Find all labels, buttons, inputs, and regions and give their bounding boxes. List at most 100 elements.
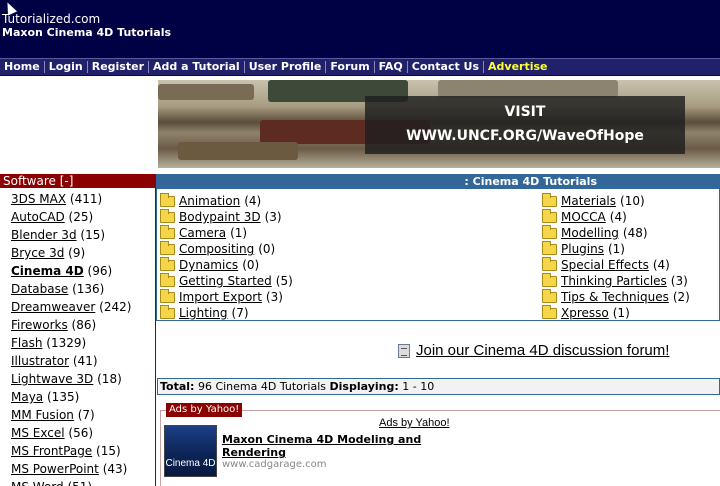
sidebar-count: (136) (72, 282, 105, 296)
category-link[interactable]: Dynamics (179, 257, 238, 273)
category-link[interactable]: Plugins (561, 241, 604, 257)
software-sidebar: Software [-] 3DS MAX (411) AutoCAD (25) Bl… (0, 174, 156, 486)
sidebar-link[interactable]: Lightwave 3D (11, 372, 93, 386)
sidebar-item-cinema-4d: Cinema 4D (96) (11, 262, 155, 280)
banner-line-2: WWW.UNCF.ORG/WaveOfHope (406, 128, 644, 144)
total-label: Total: (160, 380, 195, 393)
nav-forum[interactable]: Forum (326, 61, 375, 73)
sidebar-count: (135) (47, 390, 80, 404)
displaying-label: Displaying: (329, 380, 399, 393)
total-text: 96 Cinema 4D Tutorials (197, 380, 327, 393)
sidebar-link[interactable]: AutoCAD (11, 210, 65, 224)
nav-login[interactable]: Login (45, 61, 88, 73)
folder-icon (542, 240, 557, 255)
sidebar-link[interactable]: Cinema 4D (11, 264, 84, 278)
sidebar-item-mm-fusion: MM Fusion (7) (11, 406, 155, 424)
category-link[interactable]: Camera (179, 225, 226, 241)
category-item-xpresso: Xpresso (1) (542, 304, 690, 321)
yahoo-ads-box: Ads by Yahoo! Ads by Yahoo! Cinema 4D Ma… (160, 403, 720, 486)
sidebar-link[interactable]: Blender 3d (11, 228, 77, 242)
category-link[interactable]: Materials (561, 193, 616, 209)
nav-faq[interactable]: FAQ (375, 61, 408, 73)
category-count: (5) (275, 274, 293, 288)
category-link[interactable]: Tips & Techniques (561, 289, 669, 305)
sidebar-link[interactable]: MS Word (11, 480, 64, 486)
site-subtitle: Maxon Cinema 4D Tutorials (2, 26, 172, 39)
sidebar-count: (1329) (46, 336, 87, 350)
category-item-camera: Camera (1) (160, 224, 293, 241)
categories-right-column: Materials (10) MOCCA (4) Modelling (48) Plugin… (542, 192, 690, 321)
categories-heading: : Cinema 4D Tutorials (157, 175, 719, 189)
sidebar-count: (242) (99, 300, 132, 314)
category-link[interactable]: Xpresso (561, 305, 609, 321)
sidebar-link[interactable]: MM Fusion (11, 408, 74, 422)
nav-add-tutorial[interactable]: Add a Tutorial (149, 61, 245, 73)
categories-panel: : Cinema 4D Tutorials Animation (4) Bodypa… (156, 174, 720, 321)
category-link[interactable]: Thinking Particles (561, 273, 667, 289)
category-item-tips-techniques: Tips & Techniques (2) (542, 288, 690, 305)
category-link[interactable]: Special Effects (561, 257, 649, 273)
nav-contact-us[interactable]: Contact Us (408, 61, 485, 73)
category-link[interactable]: Getting Started (179, 273, 272, 289)
category-count: (10) (620, 194, 645, 208)
category-link[interactable]: Lighting (179, 305, 228, 321)
folder-icon (160, 224, 175, 239)
sidebar-link[interactable]: MS PowerPoint (11, 462, 99, 476)
category-count: (48) (622, 226, 648, 240)
sidebar-link[interactable]: 3DS MAX (11, 192, 66, 206)
category-count: (7) (231, 306, 249, 320)
sidebar-link[interactable]: Illustrator (11, 354, 69, 368)
category-link[interactable]: MOCCA (561, 209, 606, 225)
nav-register[interactable]: Register (88, 61, 150, 73)
sidebar-link[interactable]: Fireworks (11, 318, 68, 332)
nav-user-profile[interactable]: User Profile (245, 61, 327, 73)
category-count: (4) (609, 210, 627, 224)
sidebar-link[interactable]: Flash (11, 336, 42, 350)
category-count: (1) (607, 242, 625, 256)
sidebar-link[interactable]: MS Excel (11, 426, 65, 440)
sidebar-item-ms-excel: MS Excel (56) (11, 424, 155, 442)
nav-home[interactable]: Home (0, 61, 45, 73)
banner-book-graphic (178, 142, 298, 160)
ad-headline-link[interactable]: Maxon Cinema 4D Modeling and Rendering (222, 433, 462, 459)
category-count: (1) (612, 306, 630, 320)
sidebar-link[interactable]: MS FrontPage (11, 444, 92, 458)
sidebar-item-ms-frontpage: MS FrontPage (15) (11, 442, 155, 460)
banner-ad[interactable]: VISIT WWW.UNCF.ORG/WaveOfHope (158, 80, 720, 168)
category-count: (2) (672, 290, 690, 304)
sidebar-count: (7) (77, 408, 95, 422)
sidebar-count: (15) (80, 228, 106, 242)
sidebar-heading[interactable]: Software [-] (0, 174, 155, 188)
category-count: (4) (652, 258, 670, 272)
sidebar-link[interactable]: Bryce 3d (11, 246, 64, 260)
document-icon (398, 343, 410, 358)
category-link[interactable]: Bodypaint 3D (179, 209, 261, 225)
folder-icon (160, 208, 175, 223)
ads-title-link[interactable]: Ads by Yahoo! (379, 417, 450, 429)
folder-icon (542, 192, 557, 207)
category-link[interactable]: Import Export (179, 289, 262, 305)
main-nav: Home Login Register Add a Tutorial User … (0, 58, 720, 76)
category-item-materials: Materials (10) (542, 192, 690, 209)
category-link[interactable]: Animation (179, 193, 240, 209)
sidebar-link[interactable]: Database (11, 282, 68, 296)
category-item-modelling: Modelling (48) (542, 224, 690, 241)
banner-book-graphic (158, 84, 254, 100)
sidebar-link[interactable]: Maya (11, 390, 43, 404)
ad-thumbnail[interactable]: Cinema 4D (164, 425, 217, 477)
category-link[interactable]: Modelling (561, 225, 619, 241)
folder-icon (160, 272, 175, 287)
category-count: (3) (670, 274, 688, 288)
category-item-bodypaint-3d: Bodypaint 3D (3) (160, 208, 293, 225)
sidebar-item-ms-powerpoint: MS PowerPoint (43) (11, 460, 155, 478)
sidebar-link[interactable]: Dreamweaver (11, 300, 95, 314)
banner-line-1: VISIT (504, 104, 546, 120)
folder-icon (160, 256, 175, 271)
nav-advertise[interactable]: Advertise (484, 61, 551, 73)
forum-link[interactable]: Join our Cinema 4D discussion forum! (416, 342, 669, 359)
category-link[interactable]: Compositing (179, 241, 254, 257)
forum-link-row: Join our Cinema 4D discussion forum! (398, 342, 669, 359)
sidebar-count: (86) (71, 318, 97, 332)
site-name[interactable]: Tutorialized.com (2, 12, 100, 26)
sidebar-count: (56) (68, 426, 94, 440)
